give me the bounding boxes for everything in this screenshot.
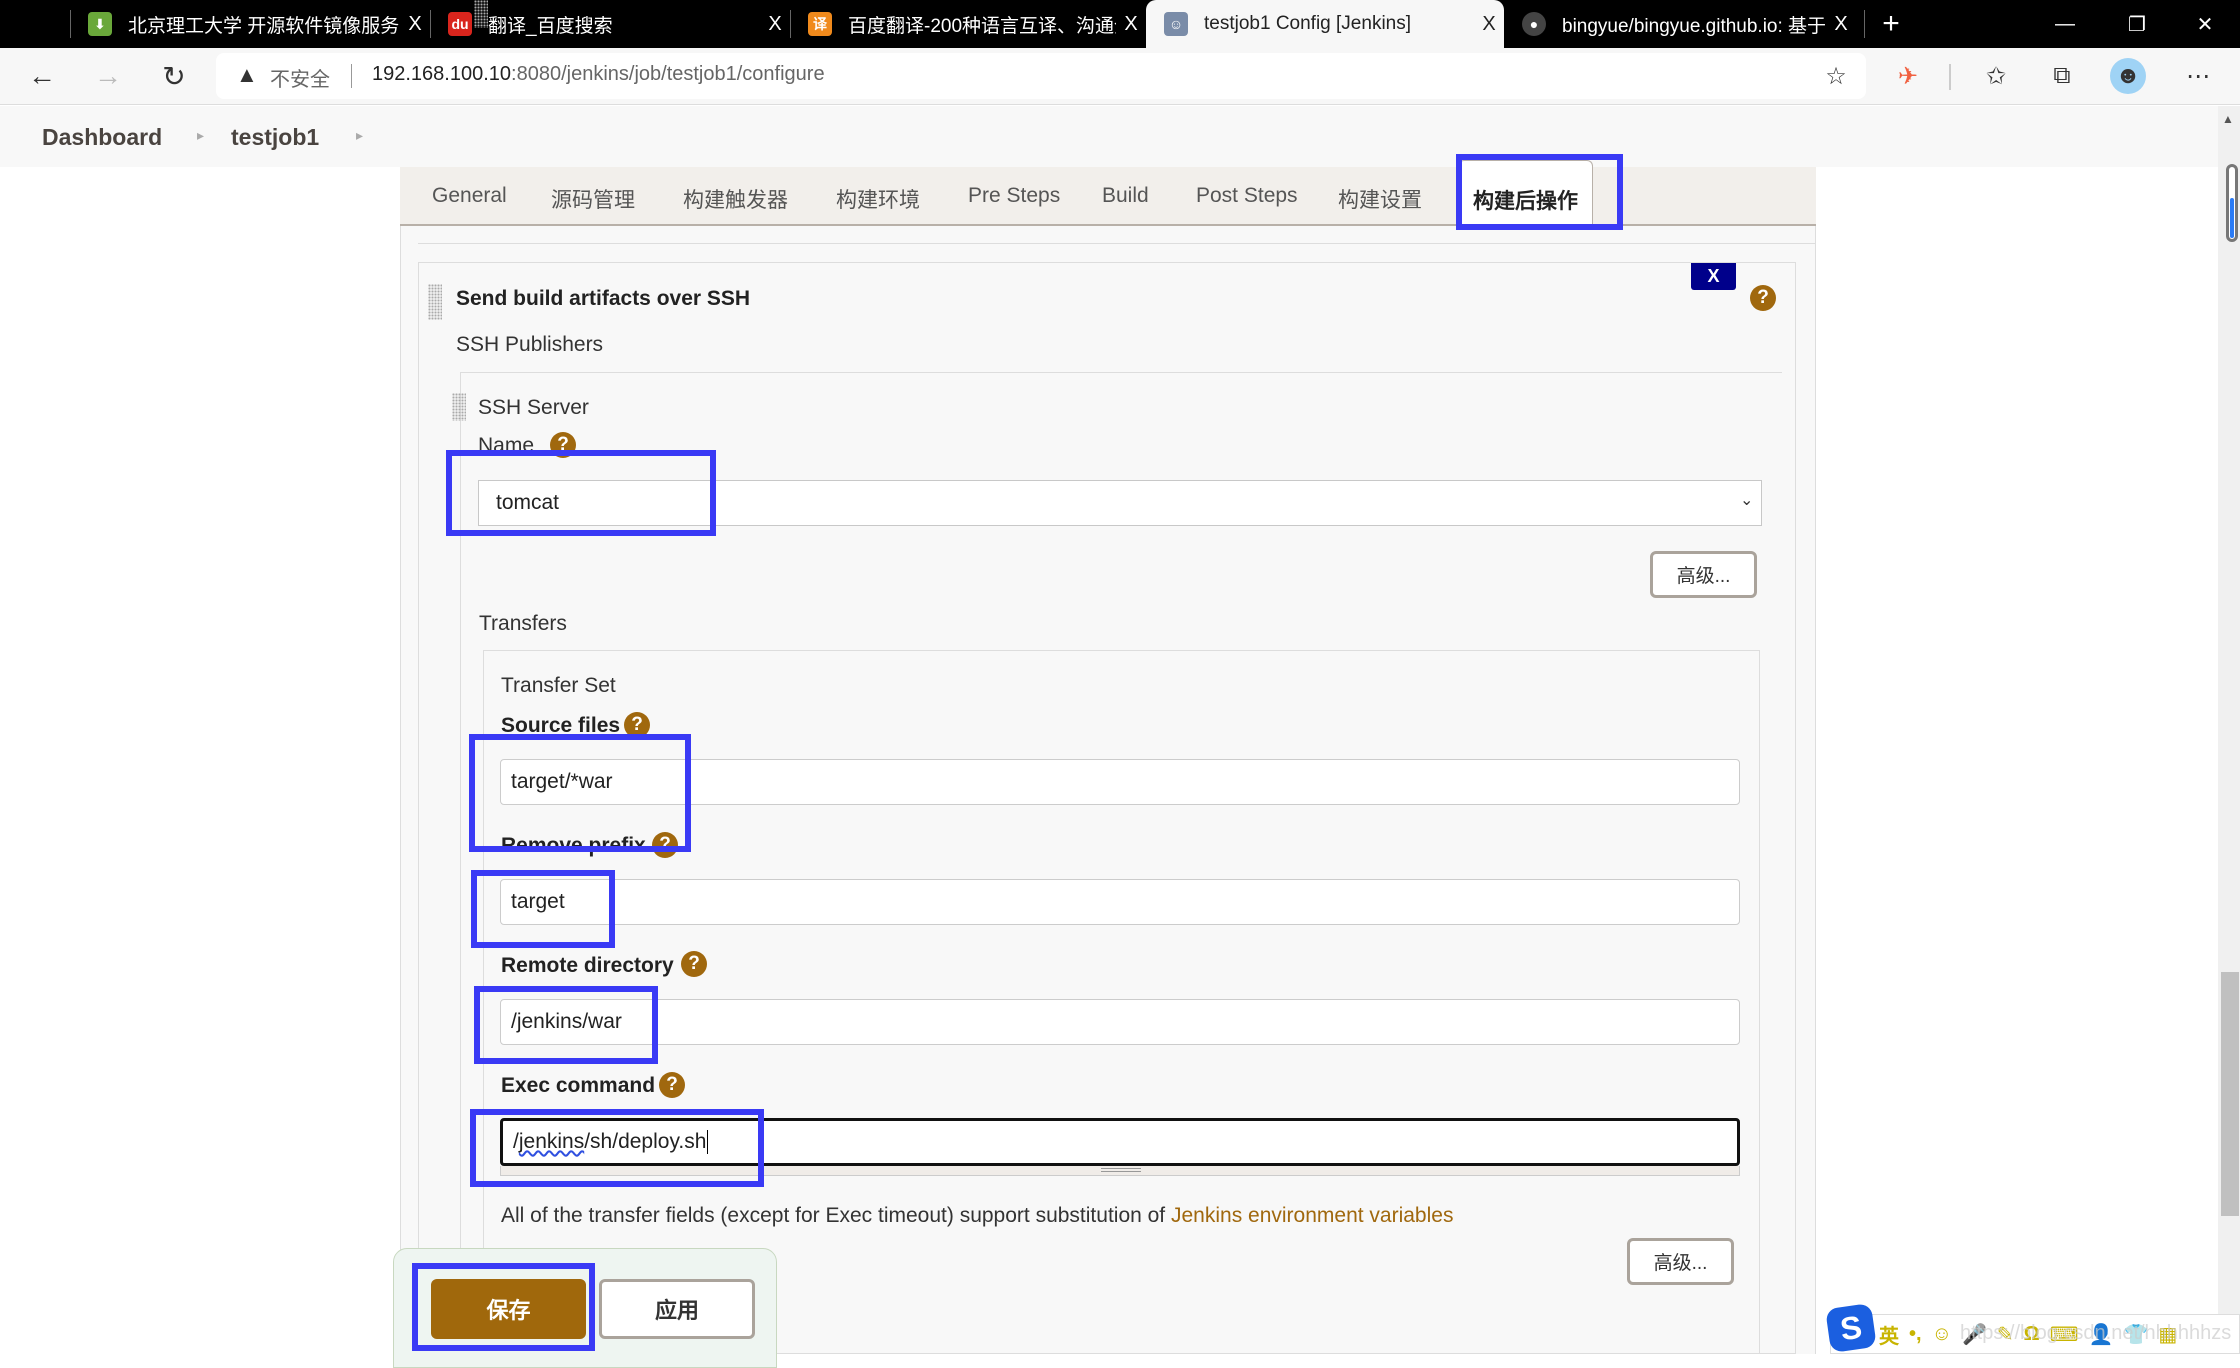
remote-directory-input[interactable]: /jenkins/war xyxy=(500,999,1740,1045)
profile-avatar[interactable]: ☻ xyxy=(2110,58,2146,94)
new-tab-button[interactable]: + xyxy=(1856,0,1926,48)
toolbar-divider xyxy=(1949,64,1951,90)
remove-prefix-input[interactable]: target xyxy=(500,879,1740,925)
tab-post-build-actions[interactable]: 构建后操作 xyxy=(1458,160,1593,228)
save-button[interactable]: 保存 xyxy=(431,1279,586,1339)
textarea-resize-handle[interactable] xyxy=(500,1166,1740,1176)
extension-icon[interactable]: ✈ xyxy=(1890,58,1926,94)
more-menu-icon[interactable]: ⋯ xyxy=(2180,58,2216,94)
restore-button[interactable]: ❐ xyxy=(2102,0,2172,48)
tab-build[interactable]: Build xyxy=(1102,184,1149,208)
tab-pre-steps[interactable]: Pre Steps xyxy=(968,184,1060,208)
ssh-server-name-select[interactable]: tomcat xyxy=(478,480,1762,526)
scroll-indicator xyxy=(2226,164,2238,242)
tab-build-triggers[interactable]: 构建触发器 xyxy=(683,184,788,214)
breadcrumb xyxy=(0,106,2218,167)
watermark: https://blog.csdn.net/hhhhhhzs xyxy=(1960,1322,2232,1344)
transfer-advanced-button[interactable]: 高级... xyxy=(1627,1238,1734,1285)
ssh-server-label: SSH Server xyxy=(478,396,589,419)
exec-command-label: Exec command xyxy=(501,1074,656,1097)
forward-button[interactable]: → xyxy=(88,56,128,96)
close-tab-icon[interactable]: X xyxy=(760,13,790,36)
chevron-down-icon[interactable]: ⌄ xyxy=(1740,490,1753,510)
close-tab-icon[interactable]: X xyxy=(1826,13,1856,36)
delete-publisher-button[interactable]: X xyxy=(1691,263,1736,290)
minimize-button[interactable]: — xyxy=(2030,0,2100,48)
text-caret xyxy=(707,1130,709,1154)
jenkins-env-variables-link[interactable]: Jenkins environment variables xyxy=(1171,1204,1453,1227)
env-variables-note: All of the transfer fields (except for E… xyxy=(501,1204,1454,1227)
ime-punctuation-icon[interactable]: •, xyxy=(1909,1323,1922,1346)
breadcrumb-job[interactable]: testjob1 xyxy=(231,124,319,151)
tab-build-environment[interactable]: 构建环境 xyxy=(836,184,920,214)
section-divider xyxy=(418,243,1816,244)
url-host: 192.168.100.10 xyxy=(372,63,512,85)
source-files-input[interactable]: target/*war xyxy=(500,759,1740,805)
close-tab-icon[interactable]: X xyxy=(1116,13,1146,36)
bit-mirror-icon: ⬇ xyxy=(88,12,112,36)
help-icon[interactable]: ? xyxy=(681,951,707,977)
help-icon[interactable]: ? xyxy=(652,832,678,858)
tab-scm[interactable]: 源码管理 xyxy=(551,184,635,214)
baidu-paw-icon: du xyxy=(448,12,472,36)
scrollbar-thumb[interactable] xyxy=(2221,972,2239,1216)
breadcrumb-dashboard[interactable]: Dashboard xyxy=(42,124,162,151)
tab-general[interactable]: General xyxy=(432,184,507,208)
help-icon[interactable]: ? xyxy=(659,1072,685,1098)
drag-handle-icon[interactable] xyxy=(428,284,442,320)
drag-handle-icon[interactable] xyxy=(474,0,488,28)
warning-icon[interactable]: ▲ xyxy=(236,62,258,88)
ime-emoji-icon[interactable]: ☺ xyxy=(1932,1323,1952,1346)
url-text[interactable]: 192.168.100.10:8080/jenkins/job/testjob1… xyxy=(372,63,825,86)
browser-tab-bit-mirror[interactable]: ⬇ 北京理工大学 开源软件镜像服务 X xyxy=(70,0,430,48)
spellcheck-underline: jenkins xyxy=(518,1130,585,1153)
close-tab-icon[interactable]: X xyxy=(400,13,430,36)
browser-tab-baidu-translate[interactable]: 译 百度翻译-200种语言互译、沟通全 X xyxy=(790,0,1146,48)
exec-command-textarea[interactable]: / jenkins/sh/deploy.sh xyxy=(500,1118,1740,1166)
collections-icon[interactable]: ⧉ xyxy=(2044,58,2080,94)
browser-tab-github[interactable]: ● bingyue/bingyue.github.io: 基于 X xyxy=(1504,0,1856,48)
remote-directory-label: Remote directory xyxy=(501,954,674,977)
back-button[interactable]: ← xyxy=(22,56,62,96)
help-icon[interactable]: ? xyxy=(624,712,650,738)
sogou-logo-icon[interactable]: S xyxy=(1825,1303,1877,1353)
transfer-set-label: Transfer Set xyxy=(501,674,616,697)
github-icon: ● xyxy=(1522,12,1546,36)
jenkins-icon: ☺ xyxy=(1164,12,1188,36)
security-label[interactable]: 不安全 xyxy=(270,63,330,92)
divider xyxy=(351,64,352,88)
reload-button[interactable]: ↻ xyxy=(154,56,194,96)
add-favorite-icon[interactable]: ☆ xyxy=(1818,58,1854,94)
tab-post-steps[interactable]: Post Steps xyxy=(1196,184,1298,208)
breadcrumb-chevron-icon[interactable]: ▸ xyxy=(197,127,204,144)
remove-prefix-label: Remove prefix xyxy=(501,834,646,857)
publisher-title: Send build artifacts over SSH xyxy=(456,287,751,310)
drag-handle-icon[interactable] xyxy=(452,393,466,421)
source-files-label: Source files xyxy=(501,714,621,737)
ime-mode-toggle[interactable]: 英 xyxy=(1879,1320,1899,1349)
browser-tab-jenkins-config[interactable]: ☺ testjob1 Config [Jenkins] X xyxy=(1146,0,1504,48)
transfers-label: Transfers xyxy=(479,612,567,635)
tab-build-settings[interactable]: 构建设置 xyxy=(1338,184,1422,214)
baidu-translate-icon: 译 xyxy=(808,12,832,36)
name-label: Name xyxy=(478,434,535,457)
favorites-icon[interactable]: ✩ xyxy=(1978,58,2014,94)
help-icon[interactable]: ? xyxy=(1750,285,1776,311)
window-close-button[interactable]: ✕ xyxy=(2170,0,2240,48)
scroll-up-arrow-icon[interactable]: ▲ xyxy=(2222,112,2234,126)
apply-button[interactable]: 应用 xyxy=(599,1279,755,1339)
close-tab-icon[interactable]: X xyxy=(1474,13,1504,36)
help-icon[interactable]: ? xyxy=(550,432,576,458)
server-advanced-button[interactable]: 高级... xyxy=(1650,551,1757,598)
url-path: :8080/jenkins/job/testjob1/configure xyxy=(511,63,825,85)
ssh-publishers-label: SSH Publishers xyxy=(456,333,604,356)
breadcrumb-chevron-icon[interactable]: ▸ xyxy=(356,127,363,144)
